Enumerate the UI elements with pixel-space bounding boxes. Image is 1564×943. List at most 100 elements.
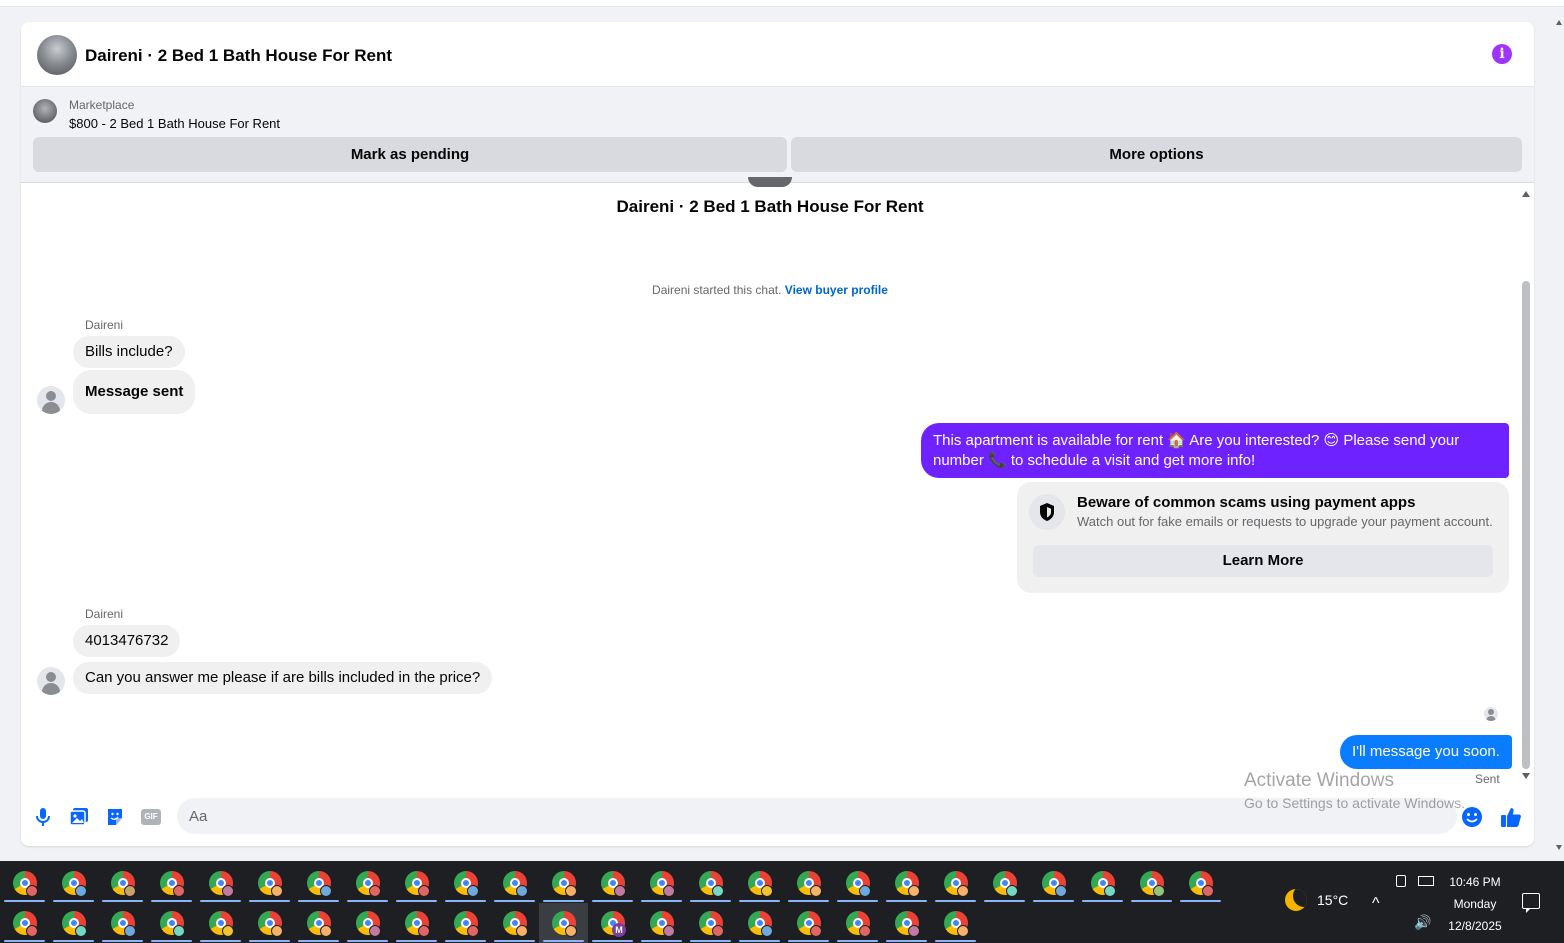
running-indicator xyxy=(1180,900,1221,902)
taskbar-chrome-app[interactable] xyxy=(1029,863,1078,903)
scroll-down-arrow-icon[interactable] xyxy=(1522,773,1530,779)
taskbar-chrome-app[interactable] xyxy=(343,903,392,943)
learn-more-button[interactable]: Learn More xyxy=(1033,545,1493,577)
taskbar-chrome-app[interactable] xyxy=(245,903,294,943)
profile-badge xyxy=(26,925,38,937)
incoming-message[interactable]: 4013476732 xyxy=(73,625,181,657)
taskbar-chrome-app[interactable] xyxy=(686,863,735,903)
taskbar-chrome-app[interactable] xyxy=(735,903,784,943)
taskbar-chrome-app[interactable] xyxy=(147,863,196,903)
more-options-button[interactable]: More options xyxy=(791,137,1522,172)
taskbar-chrome-app[interactable] xyxy=(588,863,637,903)
taskbar-chrome-app[interactable] xyxy=(686,903,735,943)
taskbar-chrome-app[interactable] xyxy=(294,863,343,903)
scam-warning-title: Beware of common scams using payment app… xyxy=(1077,494,1416,511)
taskbar-chrome-app[interactable] xyxy=(0,903,49,943)
taskbar-chrome-app[interactable] xyxy=(343,863,392,903)
notifications-icon[interactable] xyxy=(1522,893,1540,913)
taskbar-chrome-app[interactable] xyxy=(735,863,784,903)
thread-title: Daireni · 2 Bed 1 Bath House For Rent xyxy=(616,197,924,216)
taskbar-chrome-app[interactable] xyxy=(441,903,490,943)
profile-badge xyxy=(467,925,479,937)
outgoing-message[interactable]: I'll message you soon. xyxy=(1340,735,1512,769)
taskbar-chrome-app[interactable] xyxy=(98,863,147,903)
listing-title[interactable]: $800 - 2 Bed 1 Bath House For Rent xyxy=(69,116,280,131)
taskbar-chrome-app[interactable] xyxy=(882,863,931,903)
chevron-up-icon[interactable]: ^ xyxy=(1372,895,1380,913)
profile-badge xyxy=(124,885,136,897)
taskbar-chrome-app[interactable] xyxy=(490,863,539,903)
thread-scrollbar[interactable] xyxy=(1522,191,1530,781)
chat-header-title[interactable]: Daireni · 2 Bed 1 Bath House For Rent xyxy=(85,46,392,66)
page-scrollbar[interactable] xyxy=(1556,20,1562,850)
profile-badge xyxy=(320,925,332,937)
temperature: 15°C xyxy=(1317,892,1349,908)
page-scroll-up-icon[interactable] xyxy=(1556,20,1562,25)
taskbar-chrome-app[interactable] xyxy=(196,863,245,903)
like-icon[interactable] xyxy=(1499,805,1523,829)
taskbar-chrome-app[interactable] xyxy=(392,903,441,943)
listing-thumbnail[interactable] xyxy=(33,99,57,123)
taskbar-chrome-app[interactable] xyxy=(98,903,147,943)
taskbar-chrome-app[interactable] xyxy=(931,863,980,903)
running-indicator xyxy=(739,940,780,942)
taskbar-chrome-app[interactable] xyxy=(784,863,833,903)
meet-now-icon[interactable] xyxy=(1396,875,1406,887)
sticker-icon[interactable] xyxy=(103,805,127,829)
volume-icon[interactable]: 🔊 xyxy=(1414,914,1431,931)
incoming-message[interactable]: Bills include? xyxy=(73,336,185,368)
taskbar-chrome-app[interactable] xyxy=(539,903,588,943)
page-scroll-down-icon[interactable] xyxy=(1556,845,1562,850)
network-icon[interactable] xyxy=(1418,876,1434,886)
gif-icon[interactable]: GIF xyxy=(139,805,163,829)
taskbar-chrome-app[interactable] xyxy=(0,863,49,903)
profile-badge xyxy=(222,925,234,937)
listing-avatar[interactable] xyxy=(37,35,77,75)
taskbar-chrome-app[interactable] xyxy=(196,903,245,943)
scroll-thumb[interactable] xyxy=(1522,281,1530,769)
taskbar-chrome-app[interactable] xyxy=(1078,863,1127,903)
gif-label: GIF xyxy=(141,809,161,825)
started-text: Daireni started this chat. xyxy=(652,283,782,297)
taskbar-chrome-app[interactable] xyxy=(882,903,931,943)
taskbar-chrome-app[interactable] xyxy=(392,863,441,903)
running-indicator xyxy=(494,940,535,942)
taskbar-chrome-app[interactable] xyxy=(1176,863,1225,903)
mark-as-pending-button[interactable]: Mark as pending xyxy=(33,137,787,172)
taskbar-chrome-app[interactable] xyxy=(1127,863,1176,903)
taskbar-chrome-app[interactable] xyxy=(294,903,343,943)
taskbar-chrome-app[interactable] xyxy=(833,863,882,903)
incoming-message[interactable]: Message sent xyxy=(73,370,196,414)
sender-avatar[interactable] xyxy=(37,667,65,695)
weather-widget[interactable]: 15°C xyxy=(1285,889,1348,911)
scroll-up-arrow-icon[interactable] xyxy=(1522,191,1530,197)
taskbar-chrome-app[interactable] xyxy=(147,903,196,943)
view-buyer-profile-link[interactable]: View buyer profile xyxy=(785,283,888,297)
taskbar-chrome-app[interactable] xyxy=(637,863,686,903)
taskbar-chrome-app[interactable] xyxy=(539,863,588,903)
info-icon[interactable]: i xyxy=(1492,44,1512,64)
running-indicator xyxy=(396,900,437,902)
running-indicator xyxy=(298,900,339,902)
taskbar-chrome-app[interactable] xyxy=(245,863,294,903)
taskbar-chrome-app[interactable] xyxy=(980,863,1029,903)
taskbar-chrome-app[interactable]: M xyxy=(588,903,637,943)
taskbar-chrome-app[interactable] xyxy=(833,903,882,943)
message-input[interactable] xyxy=(177,798,1457,834)
photo-icon[interactable] xyxy=(67,805,91,829)
incoming-message[interactable]: Can you answer me please if are bills in… xyxy=(73,662,493,694)
profile-badge xyxy=(271,925,283,937)
emoji-icon[interactable] xyxy=(1460,805,1484,829)
microphone-icon[interactable] xyxy=(31,805,55,829)
taskbar-clock[interactable]: 10:46 PM Monday 12/8/2025 xyxy=(1440,871,1510,937)
taskbar-chrome-app[interactable] xyxy=(931,903,980,943)
outgoing-message[interactable]: This apartment is available for rent 🏠 A… xyxy=(921,423,1509,478)
taskbar-chrome-app[interactable] xyxy=(49,903,98,943)
taskbar-chrome-app[interactable] xyxy=(784,903,833,943)
taskbar-chrome-app[interactable] xyxy=(490,903,539,943)
taskbar-chrome-app[interactable] xyxy=(441,863,490,903)
taskbar-chrome-app[interactable] xyxy=(49,863,98,903)
sender-avatar[interactable] xyxy=(37,386,65,414)
message-thread[interactable]: Daireni · 2 Bed 1 Bath House For Rent Da… xyxy=(21,177,1534,795)
taskbar-chrome-app[interactable] xyxy=(637,903,686,943)
